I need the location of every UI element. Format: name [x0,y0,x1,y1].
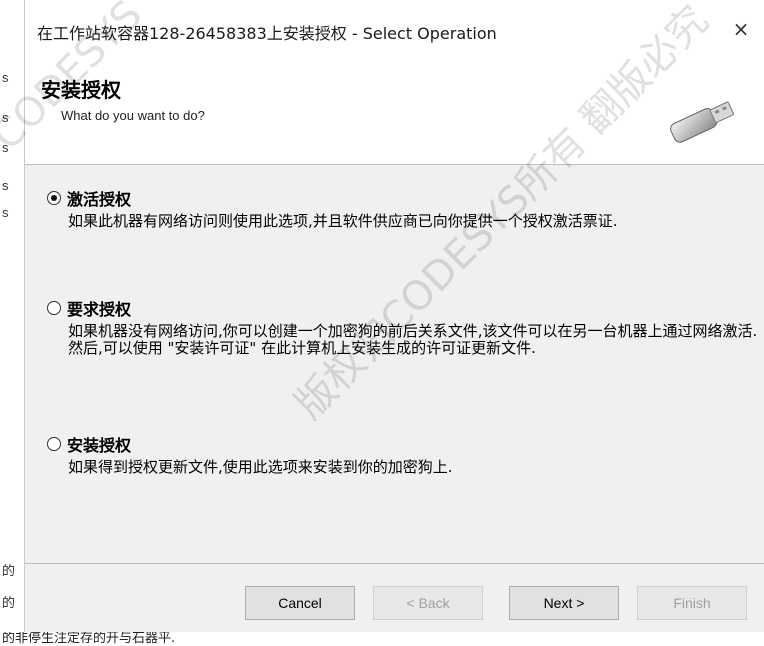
footer-divider [25,563,764,564]
next-button[interactable]: Next > [509,586,619,620]
window-title: 在工作站软容器128-26458383上安装授权 - Select Operat… [37,24,497,43]
background-window: s s s s s 的 的 [0,0,25,646]
title-bar: 在工作站软容器128-26458383上安装授权 - Select Operat… [25,0,764,52]
radio-button[interactable] [47,191,61,205]
background-text: 的 [2,595,16,610]
option-label: 激活授权 [67,190,132,209]
radio-install-license[interactable]: 安装授权 [47,433,747,455]
close-button[interactable]: × [728,16,754,42]
background-text: s [2,110,9,125]
select-operation-dialog: 在工作站软容器128-26458383上安装授权 - Select Operat… [24,0,764,632]
radio-activate-license[interactable]: 激活授权 [47,187,747,209]
back-button[interactable]: < Back [373,586,483,620]
options-area: 激活授权 如果此机器有网络访问则使用此选项,并且软件供应商已向你提供一个授权激活… [25,165,764,563]
background-text: s [2,140,9,155]
option-description: 如果此机器有网络访问则使用此选项,并且软件供应商已向你提供一个授权激活票证. [68,212,618,230]
option-activate-license: 激活授权 如果此机器有网络访问则使用此选项,并且软件供应商已向你提供一个授权激活… [47,187,747,230]
option-request-license: 要求授权 如果机器没有网络访问,你可以创建一个加密狗的前后关系文件,该文件可以在… [47,297,757,357]
finish-button[interactable]: Finish [637,586,747,620]
background-text: 的 [2,563,16,578]
background-text: s [2,178,9,193]
option-description: 如果机器没有网络访问,你可以创建一个加密狗的前后关系文件,该文件可以在另一台机器… [68,322,758,357]
radio-button[interactable] [47,437,61,451]
option-label: 要求授权 [67,300,132,319]
header-title: 安装授权 [41,78,121,102]
radio-button[interactable] [47,301,61,315]
background-text: s [2,70,9,85]
background-text: s [2,205,9,220]
background-bottom-text: 的非停生注定存的开与石器平. [0,632,764,646]
option-label: 安装授权 [67,436,132,455]
radio-request-license[interactable]: 要求授权 [47,297,747,319]
usb-dongle-icon [670,101,735,143]
header-subtitle: What do you want to do? [61,108,205,123]
wizard-header: 安装授权 What do you want to do? [25,52,764,165]
option-description: 如果得到授权更新文件,使用此选项来安装到你的加密狗上. [68,458,453,476]
option-install-license: 安装授权 如果得到授权更新文件,使用此选项来安装到你的加密狗上. [47,433,747,476]
cancel-button[interactable]: Cancel [245,586,355,620]
